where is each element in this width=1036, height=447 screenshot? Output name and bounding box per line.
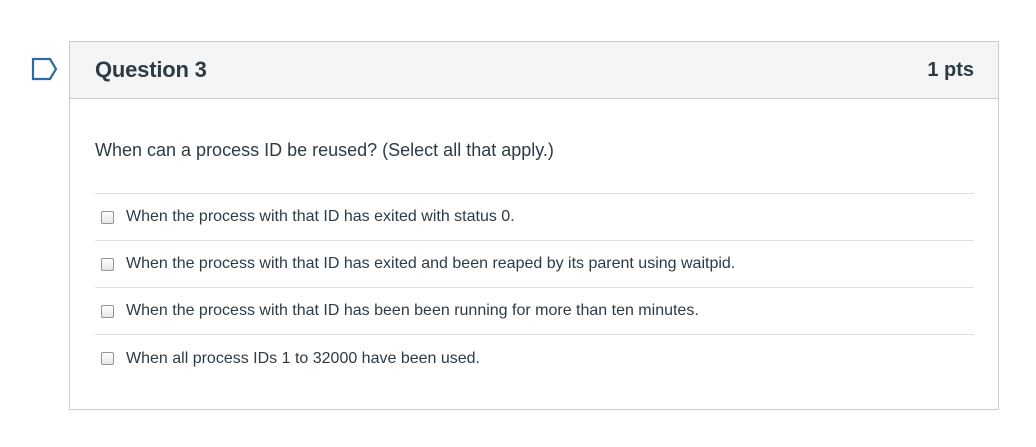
- answer-label[interactable]: When the process with that ID has been b…: [126, 302, 699, 320]
- answer-checkbox[interactable]: [101, 257, 114, 271]
- answer-label[interactable]: When the process with that ID has exited…: [126, 208, 515, 226]
- answer-checkbox[interactable]: [101, 304, 114, 318]
- question-header: Question 3 1 pts: [70, 42, 998, 99]
- answer-option[interactable]: When the process with that ID has been b…: [95, 288, 974, 335]
- answer-label[interactable]: When the process with that ID has exited…: [126, 255, 735, 273]
- answer-option[interactable]: When all process IDs 1 to 32000 have bee…: [95, 335, 974, 382]
- answer-checkbox[interactable]: [101, 352, 114, 365]
- question-points: 1 pts: [927, 58, 974, 81]
- answer-list: When the process with that ID has exited…: [95, 193, 974, 382]
- answer-option[interactable]: When the process with that ID has exited…: [95, 194, 974, 241]
- flag-question-icon[interactable]: [31, 57, 59, 81]
- answer-checkbox[interactable]: [101, 210, 114, 224]
- question-title: Question 3: [95, 57, 207, 82]
- answer-label[interactable]: When all process IDs 1 to 32000 have bee…: [126, 350, 480, 368]
- question-text: When can a process ID be reused? (Select…: [95, 140, 554, 160]
- question-card: Question 3 1 pts When can a process ID b…: [69, 41, 999, 410]
- answer-option[interactable]: When the process with that ID has exited…: [95, 241, 974, 288]
- question-body: When can a process ID be reused? (Select…: [70, 140, 998, 382]
